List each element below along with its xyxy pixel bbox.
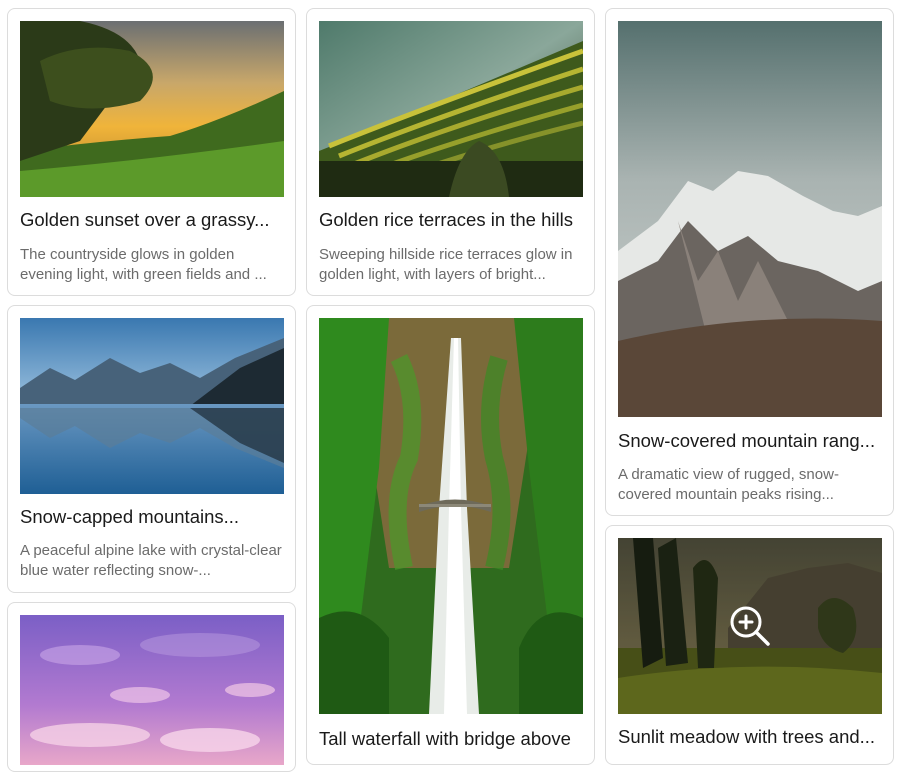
gallery-card-rice-terraces[interactable]: Golden rice terraces in the hills Sweepi… <box>306 8 595 296</box>
card-title: Golden sunset over a grassy... <box>20 209 270 230</box>
card-image-rice-terraces[interactable] <box>319 21 583 197</box>
card-title: Golden rice terraces in the hills <box>319 209 573 230</box>
card-description: Sweeping hillside rice terraces glow in … <box>319 246 573 283</box>
card-title: Snow-capped mountains... <box>20 506 240 527</box>
gallery-card-sunlit-meadow[interactable]: Sunlit meadow with trees and... <box>605 525 894 765</box>
card-title: Sunlit meadow with trees and... <box>618 726 876 747</box>
card-image-golden-sunset[interactable] <box>20 21 284 197</box>
card-title: Snow-covered mountain rang... <box>618 430 876 451</box>
zoom-in-icon[interactable] <box>729 605 771 647</box>
card-image-snow-mountain-range[interactable] <box>618 21 882 417</box>
gallery-card-snow-mountain-range[interactable]: Snow-covered mountain rang... A dramatic… <box>605 8 894 516</box>
gallery-card-golden-sunset[interactable]: Golden sunset over a grassy... The count… <box>7 8 296 296</box>
card-description: A peaceful alpine lake with crystal-clea… <box>20 542 282 579</box>
card-image-pink-sky[interactable] <box>20 615 284 765</box>
card-image-sunlit-meadow[interactable] <box>618 538 882 714</box>
card-description: A dramatic view of rugged, snow-covered … <box>618 466 839 503</box>
gallery-card-alpine-lake[interactable]: Snow-capped mountains... A peaceful alpi… <box>7 305 296 593</box>
card-image-alpine-lake[interactable] <box>20 318 284 494</box>
card-description: The countryside glows in golden evening … <box>20 246 267 283</box>
card-image-waterfall[interactable] <box>319 318 583 714</box>
gallery-card-waterfall[interactable]: Tall waterfall with bridge above <box>306 305 595 765</box>
